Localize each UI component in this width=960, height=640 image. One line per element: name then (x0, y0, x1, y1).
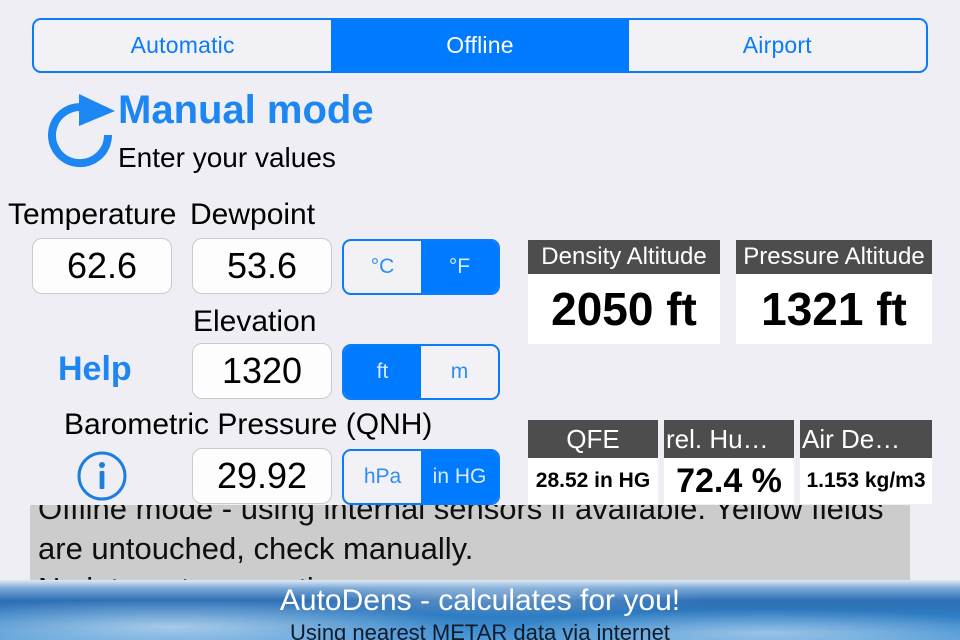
density-altitude-card: Density Altitude 2050 ft (528, 240, 720, 344)
relative-humidity-value: 72.4 % (676, 461, 782, 500)
app-screen: Automatic Offline Airport Manual mode En… (0, 0, 960, 640)
help-link[interactable]: Help (58, 350, 132, 389)
pressure-input[interactable]: 29.92 (192, 448, 332, 504)
density-altitude-value: 2050 ft (551, 283, 697, 335)
temperature-unit-fahrenheit[interactable]: °F (421, 241, 498, 293)
promo-banner-subtitle: Using nearest METAR data via internet (290, 620, 670, 640)
qfe-value: 28.52 in HG (535, 469, 651, 492)
relative-humidity-title: rel. Hu… (664, 420, 794, 458)
page-subtitle: Enter your values (118, 142, 336, 173)
info-circle-icon[interactable] (76, 450, 128, 502)
status-note-line-1: Offline mode - using internal sensors if… (38, 505, 884, 526)
status-note-panel: Offline mode - using internal sensors if… (30, 505, 910, 585)
temperature-label: Temperature (8, 198, 177, 231)
refresh-circular-arrow-icon[interactable] (36, 92, 124, 172)
promo-banner-title: AutoDens - calculates for you! (279, 584, 681, 617)
pressure-altitude-title: Pressure Altitude (736, 240, 932, 274)
dewpoint-label: Dewpoint (190, 198, 316, 231)
tab-airport[interactable]: Airport (629, 20, 926, 71)
dewpoint-input[interactable]: 53.6 (192, 238, 332, 294)
air-density-card: Air De… 1.153 kg/m3 (800, 420, 932, 504)
temperature-unit-celsius[interactable]: °C (344, 241, 421, 293)
manual-mode-header: Manual mode Enter your values (36, 88, 506, 184)
mode-segmented-control[interactable]: Automatic Offline Airport (32, 18, 928, 73)
air-density-value: 1.153 kg/m3 (806, 469, 926, 492)
elevation-unit-toggle[interactable]: ft m (342, 344, 500, 400)
qfe-title: QFE (528, 420, 658, 458)
pressure-label: Barometric Pressure (QNH) (64, 408, 433, 441)
elevation-input[interactable]: 1320 (192, 343, 332, 399)
pressure-unit-inhg[interactable]: in HG (421, 451, 498, 503)
pressure-altitude-card: Pressure Altitude 1321 ft (736, 240, 932, 344)
status-note-line-2: are untouched, check manually. (38, 531, 474, 566)
pressure-unit-toggle[interactable]: hPa in HG (342, 449, 500, 505)
elevation-unit-meters[interactable]: m (421, 346, 498, 398)
tab-automatic[interactable]: Automatic (34, 20, 331, 71)
pressure-altitude-value: 1321 ft (761, 283, 907, 335)
promo-banner[interactable]: AutoDens - calculates for you! Using nea… (0, 580, 960, 640)
elevation-label: Elevation (193, 305, 317, 338)
temperature-input[interactable]: 62.6 (32, 238, 172, 294)
tab-offline[interactable]: Offline (331, 20, 629, 71)
air-density-title: Air De… (800, 420, 932, 458)
density-altitude-title: Density Altitude (528, 240, 720, 274)
page-title: Manual mode (118, 88, 374, 132)
pressure-unit-hpa[interactable]: hPa (344, 451, 421, 503)
qfe-card: QFE 28.52 in HG (528, 420, 658, 504)
temperature-unit-toggle[interactable]: °C °F (342, 239, 500, 295)
elevation-unit-feet[interactable]: ft (344, 346, 421, 398)
relative-humidity-card: rel. Hu… 72.4 % (664, 420, 794, 504)
